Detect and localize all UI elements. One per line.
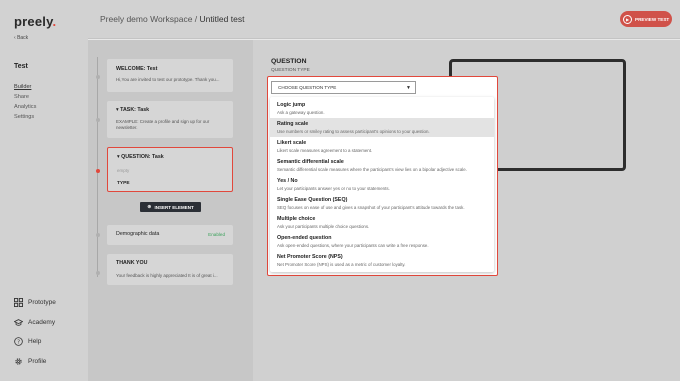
thankyou-card[interactable]: THANK YOU Your feedback is highly apprec… xyxy=(107,254,233,285)
question-type-menu: Logic jump Ask a gateway question. Ratin… xyxy=(270,97,494,272)
timeline-dot xyxy=(95,271,100,275)
sidebar-item-label: Help xyxy=(28,338,42,346)
sidebar-item-profile[interactable]: Profile xyxy=(14,352,56,372)
sidebar-item-builder[interactable]: Builder xyxy=(14,82,36,92)
breadcrumb: Preely demo Workspace / Untitled test xyxy=(100,14,244,24)
svg-text:?: ? xyxy=(17,340,20,346)
sidebar-item-share[interactable]: Share xyxy=(14,92,36,102)
option-desc: Ask a gateway question. xyxy=(277,110,325,115)
sidebar-item-label: Prototype xyxy=(28,299,56,307)
option-rating-scale[interactable]: Rating scale Use numbers or smiley ratin… xyxy=(270,118,494,137)
sidebar-item-prototype[interactable]: Prototype xyxy=(14,293,56,313)
question-type-select[interactable]: CHOOSE QUESTION TYPE ▼ xyxy=(271,81,416,94)
sidebar-nav: Builder Share Analytics Settings xyxy=(14,82,36,122)
sidebar: preely. ‹ Back Test Builder Share Analyt… xyxy=(0,0,88,381)
thankyou-card-text: Your feedback is highly appreciated It i… xyxy=(116,273,218,278)
option-yes-no[interactable]: Yes / No Let your participants answer ye… xyxy=(270,175,494,194)
welcome-card[interactable]: WELCOME: Test Hi,You are invited to test… xyxy=(107,59,233,92)
breadcrumb-workspace[interactable]: Preely demo Workspace / xyxy=(100,14,197,24)
thankyou-card-title: THANK YOU xyxy=(116,260,148,266)
timeline-line xyxy=(97,57,98,277)
gear-icon xyxy=(14,357,23,366)
preview-test-label: PREVIEW TEST xyxy=(635,16,670,22)
sidebar-item-label: Academy xyxy=(28,318,56,326)
insert-element-button[interactable]: ⊕ INSERT ELEMENT xyxy=(140,202,201,212)
breadcrumb-test-name[interactable]: Untitled test xyxy=(200,14,245,24)
option-open-ended[interactable]: Open-ended question Ask open-ended quest… xyxy=(270,232,494,251)
option-desc: SEQ focuses on ease of use and gives a s… xyxy=(277,205,465,210)
question-card-title: ▾ QUESTION: Task xyxy=(117,154,164,160)
sidebar-item-analytics[interactable]: Analytics xyxy=(14,102,36,112)
grid-icon xyxy=(14,298,23,308)
option-title: Single Ease Question (SEQ) xyxy=(277,197,348,203)
option-desc: Use numbers or smiley rating to assess p… xyxy=(277,129,430,134)
task-card[interactable]: ▾ TASK: Task EXAMPLE: Create a profile a… xyxy=(107,101,233,138)
insert-element-label: INSERT ELEMENT xyxy=(154,204,194,210)
sidebar-bottom-nav: Prototype Academy ? Help Profile xyxy=(14,293,56,371)
question-card-type: TYPE xyxy=(117,181,130,186)
graduation-cap-icon xyxy=(14,318,23,327)
question-card[interactable]: ▾ QUESTION: Task empty TYPE xyxy=(107,147,233,192)
sidebar-item-help[interactable]: ? Help xyxy=(14,332,56,352)
welcome-card-title: WELCOME: Test xyxy=(116,66,158,72)
option-title: Semantic differential scale xyxy=(277,159,344,165)
option-desc: Ask open-ended questions, where your par… xyxy=(277,243,429,248)
demographic-card[interactable]: Demographic data Enabled xyxy=(107,225,233,245)
demographic-status: Enabled xyxy=(208,232,225,237)
plus-circle-icon: ⊕ xyxy=(147,204,152,210)
option-title: Yes / No xyxy=(277,178,298,184)
option-nps[interactable]: Net Promoter Score (NPS) Net Promoter Sc… xyxy=(270,251,494,270)
option-desc: Likert scale measures agreement to a sta… xyxy=(277,148,373,153)
option-seq[interactable]: Single Ease Question (SEQ) SEQ focuses o… xyxy=(270,194,494,213)
play-icon: ▶ xyxy=(623,14,632,24)
preview-test-button[interactable]: ▶ PREVIEW TEST xyxy=(620,11,672,27)
task-card-text: EXAMPLE: Create a profile and sign up fo… xyxy=(116,119,210,130)
option-title: Net Promoter Score (NPS) xyxy=(277,254,343,260)
option-desc: Let your participants answer yes or no t… xyxy=(277,186,390,191)
timeline-dot xyxy=(95,75,100,79)
back-link[interactable]: ‹ Back xyxy=(14,35,28,41)
sidebar-item-label: Profile xyxy=(28,357,47,365)
logo[interactable]: preely. xyxy=(14,14,56,29)
task-card-title: ▾ TASK: Task xyxy=(116,107,150,113)
sidebar-item-settings[interactable]: Settings xyxy=(14,112,36,122)
timeline-dot xyxy=(95,118,100,122)
option-title: Open-ended question xyxy=(277,235,332,241)
option-desc: Ask your participants multiple choice qu… xyxy=(277,224,370,229)
project-title: Test xyxy=(14,63,28,70)
caret-down-icon: ▼ xyxy=(406,85,411,91)
question-card-placeholder: empty xyxy=(117,168,130,173)
help-circle-icon: ? xyxy=(14,337,23,347)
option-logic-jump[interactable]: Logic jump Ask a gateway question. xyxy=(270,99,494,118)
welcome-card-text: Hi,You are invited to test our prototype… xyxy=(116,77,220,82)
demographic-card-title: Demographic data xyxy=(116,231,160,237)
option-likert-scale[interactable]: Likert scale Likert scale measures agree… xyxy=(270,137,494,156)
question-panel-title: QUESTION xyxy=(271,58,307,65)
timeline-dot xyxy=(95,233,100,237)
option-title: Rating scale xyxy=(277,121,309,127)
question-type-select-value: CHOOSE QUESTION TYPE xyxy=(278,85,337,90)
option-desc: Net Promoter Score (NPS) is used as a me… xyxy=(277,262,406,267)
option-desc: Semantic differential scale measures whe… xyxy=(277,167,467,172)
question-type-label: QUESTION TYPE xyxy=(271,68,310,73)
option-title: Multiple choice xyxy=(277,216,316,222)
option-title: Likert scale xyxy=(277,140,307,146)
option-title: Logic jump xyxy=(277,102,306,108)
option-multiple-choice[interactable]: Multiple choice Ask your participants mu… xyxy=(270,213,494,232)
top-header: Preely demo Workspace / Untitled test ▶ … xyxy=(88,0,680,39)
option-semantic-differential[interactable]: Semantic differential scale Semantic dif… xyxy=(270,156,494,175)
sidebar-item-academy[interactable]: Academy xyxy=(14,313,56,333)
timeline-dot-active xyxy=(95,169,100,173)
